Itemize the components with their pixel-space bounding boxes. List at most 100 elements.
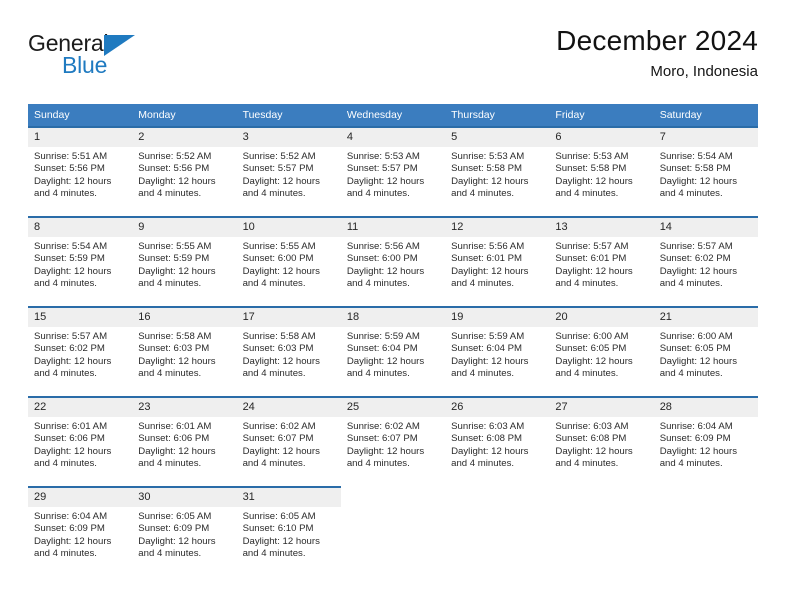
day-details: Sunrise: 5:59 AM Sunset: 6:04 PM Daylight:… [341,327,445,381]
calendar-day-cell[interactable]: 30 Sunrise: 6:05 AM Sunset: 6:09 PM Dayligh… [132,486,237,576]
day-number: 3 [236,128,341,147]
sunset-time: Sunset: 5:56 PM [138,163,210,175]
sunrise-time: Sunrise: 6:05 AM [242,511,316,522]
daylight-line2: and 4 minutes. [34,458,97,470]
calendar-day-cell[interactable]: 29 Sunrise: 6:04 AM Sunset: 6:09 PM Dayligh… [28,486,133,576]
day-details: Sunrise: 6:00 AM Sunset: 6:05 PM Daylight:… [654,327,758,381]
daylight-line1: Daylight: 12 hours [346,355,425,367]
sunset-time: Sunset: 6:09 PM [138,523,210,535]
daylight-line2: and 4 minutes. [659,278,723,290]
calendar-day-cell[interactable]: 31 Sunrise: 6:05 AM Sunset: 6:10 PM Dayligh… [236,486,341,576]
sunset-time: Sunset: 6:07 PM [242,433,314,445]
sunset-time: Sunset: 5:59 PM [138,253,210,265]
sunset-time: Sunset: 6:05 PM [555,343,627,355]
calendar-day-cell[interactable]: 12 Sunrise: 5:56 AM Sunset: 6:01 PM Dayligh… [445,216,550,307]
daylight-line1: Daylight: 12 hours [242,355,320,367]
day-details: Sunrise: 6:03 AM Sunset: 6:08 PM Daylight:… [549,417,653,471]
sunset-time: Sunset: 6:01 PM [555,253,627,265]
sunrise-time: Sunrise: 6:05 AM [138,511,212,522]
day-number: 8 [28,218,133,237]
calendar-day-cell[interactable]: 14 Sunrise: 5:57 AM Sunset: 6:02 PM Dayligh… [653,216,758,307]
daylight-line2: and 4 minutes. [555,188,619,200]
calendar-page: General Blue December 2024 Moro, Indones… [0,0,792,612]
calendar-day-cell[interactable]: 27 Sunrise: 6:03 AM Sunset: 6:08 PM Dayligh… [549,396,654,487]
sunrise-time: Sunrise: 5:59 AM [451,331,525,342]
calendar-day-cell[interactable]: 9 Sunrise: 5:55 AM Sunset: 5:59 PM Daylight… [132,216,237,307]
sunrise-time: Sunrise: 5:56 AM [451,241,525,252]
calendar-week-row: 15 Sunrise: 5:57 AM Sunset: 6:02 PM Dayligh… [28,306,758,397]
day-details: Sunrise: 6:04 AM Sunset: 6:09 PM Daylight:… [654,417,758,471]
sunrise-time: Sunrise: 5:56 AM [346,241,420,252]
calendar-day-cell[interactable]: 13 Sunrise: 5:57 AM Sunset: 6:01 PM Dayligh… [549,216,654,307]
sunset-time: Sunset: 5:58 PM [659,163,731,175]
calendar-day-cell[interactable]: 2 Sunrise: 5:52 AM Sunset: 5:56 PM Daylight… [132,126,237,217]
day-number: 13 [549,218,654,237]
calendar-grid: Sunday Monday Tuesday Wednesday Thursday… [28,104,758,576]
day-details: Sunrise: 6:01 AM Sunset: 6:06 PM Daylight:… [28,417,132,471]
calendar-day-cell[interactable]: 17 Sunrise: 5:58 AM Sunset: 6:03 PM Dayligh… [236,306,341,397]
day-details: Sunrise: 5:55 AM Sunset: 5:59 PM Daylight:… [132,237,236,291]
day-details: Sunrise: 5:57 AM Sunset: 6:02 PM Daylight:… [28,327,132,381]
calendar-day-cell[interactable]: 1 Sunrise: 5:51 AM Sunset: 5:56 PM Daylight… [28,126,133,217]
calendar-day-cell-empty [653,486,758,576]
page-subtitle: Moro, Indonesia [650,62,758,80]
brand-logo[interactable]: General Blue [28,32,218,90]
calendar-day-cell[interactable]: 22 Sunrise: 6:01 AM Sunset: 6:06 PM Dayligh… [28,396,133,487]
day-details: Sunrise: 5:52 AM Sunset: 5:57 PM Daylight:… [237,147,341,201]
daylight-line2: and 4 minutes. [138,278,202,290]
day-number: 7 [653,128,758,147]
calendar-day-cell[interactable]: 3 Sunrise: 5:52 AM Sunset: 5:57 PM Daylight… [236,126,341,217]
daylight-line1: Daylight: 12 hours [451,175,529,187]
daylight-line1: Daylight: 12 hours [451,265,529,277]
day-details: Sunrise: 5:52 AM Sunset: 5:56 PM Daylight:… [132,147,236,201]
calendar-day-cell[interactable]: 24 Sunrise: 6:02 AM Sunset: 6:07 PM Dayligh… [236,396,341,487]
day-number: 28 [653,398,758,417]
daylight-line1: Daylight: 12 hours [138,175,216,187]
daylight-line2: and 4 minutes. [451,188,515,200]
daylight-line2: and 4 minutes. [34,548,97,560]
daylight-line1: Daylight: 12 hours [242,445,320,457]
day-number: 12 [445,218,550,237]
daylight-line2: and 4 minutes. [451,278,515,290]
daylight-line2: and 4 minutes. [451,368,515,380]
calendar-day-cell[interactable]: 11 Sunrise: 5:56 AM Sunset: 6:00 PM Dayligh… [340,216,446,307]
calendar-day-cell[interactable]: 5 Sunrise: 5:53 AM Sunset: 5:58 PM Daylight… [445,126,550,217]
calendar-day-cell[interactable]: 28 Sunrise: 6:04 AM Sunset: 6:09 PM Dayligh… [653,396,758,487]
sunset-time: Sunset: 5:56 PM [34,163,105,175]
calendar-day-cell[interactable]: 18 Sunrise: 5:59 AM Sunset: 6:04 PM Dayligh… [340,306,446,397]
weekday-header-monday: Monday [132,104,237,127]
calendar-day-cell[interactable]: 10 Sunrise: 5:55 AM Sunset: 6:00 PM Dayligh… [236,216,341,307]
calendar-day-cell[interactable]: 15 Sunrise: 5:57 AM Sunset: 6:02 PM Dayligh… [28,306,133,397]
day-number: 15 [28,308,133,327]
daylight-line2: and 4 minutes. [138,188,202,200]
calendar-day-cell[interactable]: 25 Sunrise: 6:02 AM Sunset: 6:07 PM Dayligh… [340,396,446,487]
calendar-day-cell[interactable]: 20 Sunrise: 6:00 AM Sunset: 6:05 PM Dayligh… [549,306,654,397]
day-number: 23 [132,398,237,417]
calendar-day-cell[interactable]: 7 Sunrise: 5:54 AM Sunset: 5:58 PM Daylight… [653,126,758,217]
sunrise-time: Sunrise: 6:01 AM [34,421,108,432]
calendar-day-cell[interactable]: 6 Sunrise: 5:53 AM Sunset: 5:58 PM Daylight… [549,126,654,217]
day-details: Sunrise: 6:03 AM Sunset: 6:08 PM Daylight:… [445,417,549,471]
calendar-day-cell[interactable]: 21 Sunrise: 6:00 AM Sunset: 6:05 PM Dayligh… [653,306,758,397]
day-number: 4 [340,128,446,147]
daylight-line1: Daylight: 12 hours [659,265,738,277]
sunset-time: Sunset: 6:00 PM [346,253,418,265]
calendar-week-row: 22 Sunrise: 6:01 AM Sunset: 6:06 PM Dayligh… [28,396,758,487]
sunset-time: Sunset: 5:58 PM [451,163,523,175]
calendar-day-cell[interactable]: 26 Sunrise: 6:03 AM Sunset: 6:08 PM Dayligh… [445,396,550,487]
calendar-day-cell[interactable]: 8 Sunrise: 5:54 AM Sunset: 5:59 PM Daylight… [28,216,133,307]
calendar-day-cell[interactable]: 23 Sunrise: 6:01 AM Sunset: 6:06 PM Dayligh… [132,396,237,487]
day-details: Sunrise: 6:04 AM Sunset: 6:09 PM Daylight:… [28,507,132,561]
day-number: 31 [236,488,341,507]
daylight-line2: and 4 minutes. [34,368,97,380]
day-details: Sunrise: 6:01 AM Sunset: 6:06 PM Daylight:… [132,417,236,471]
title-block: December 2024 Moro, Indonesia [556,25,758,80]
calendar-day-cell[interactable]: 16 Sunrise: 5:58 AM Sunset: 6:03 PM Dayligh… [132,306,237,397]
daylight-line1: Daylight: 12 hours [138,535,216,547]
calendar-day-cell[interactable]: 19 Sunrise: 5:59 AM Sunset: 6:04 PM Dayligh… [445,306,550,397]
day-number: 18 [340,308,446,327]
daylight-line2: and 4 minutes. [138,548,202,560]
weekday-header-wednesday: Wednesday [340,104,446,127]
sunrise-time: Sunrise: 6:01 AM [138,421,212,432]
calendar-day-cell[interactable]: 4 Sunrise: 5:53 AM Sunset: 5:57 PM Daylight… [340,126,446,217]
